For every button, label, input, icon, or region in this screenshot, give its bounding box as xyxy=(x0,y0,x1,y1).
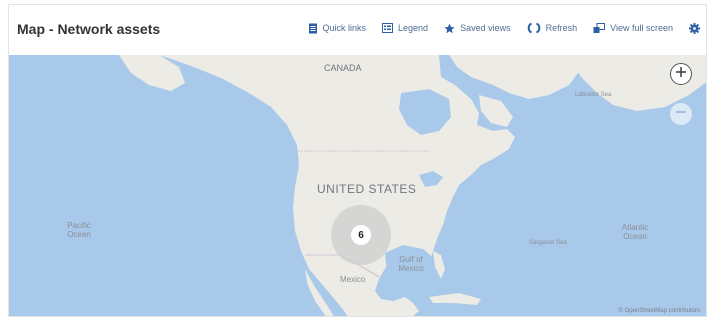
map-label-pacific: Pacific Ocean xyxy=(67,221,91,239)
card-header: Map - Network assets Quick links Legend … xyxy=(9,5,706,55)
map-label-united-states: UNITED STATES xyxy=(317,182,417,196)
map-card: Map - Network assets Quick links Legend … xyxy=(8,4,707,317)
map-label-atlantic: Atlantic Ocean xyxy=(621,223,649,241)
document-icon xyxy=(308,23,318,34)
arctic-islands-landmass xyxy=(449,55,581,99)
map-attribution: © OpenStreetMap contributors xyxy=(618,308,700,314)
view-full-screen-label: View full screen xyxy=(610,23,673,33)
plus-icon xyxy=(675,65,687,83)
legend-icon xyxy=(382,23,394,33)
view-full-screen-button[interactable]: View full screen xyxy=(593,22,673,34)
gear-icon xyxy=(689,22,700,34)
minus-icon xyxy=(675,105,687,123)
caribbean-landmass xyxy=(429,293,481,305)
quick-links-button[interactable]: Quick links xyxy=(308,23,367,34)
alaska-landmass xyxy=(119,55,185,91)
zoom-in-button[interactable] xyxy=(670,63,692,85)
map-label-labrador: Labrador Sea xyxy=(575,92,612,98)
map-toolbar: Quick links Legend Saved views Refresh V… xyxy=(308,22,700,34)
legend-label: Legend xyxy=(398,23,429,33)
cluster-count-badge: 6 xyxy=(351,225,371,245)
zoom-out-button[interactable] xyxy=(670,103,692,125)
saved-views-button[interactable]: Saved views xyxy=(444,23,511,34)
star-icon xyxy=(444,23,455,34)
refresh-icon xyxy=(527,22,541,34)
refresh-button[interactable]: Refresh xyxy=(527,22,578,34)
page-title: Map - Network assets xyxy=(17,21,161,37)
refresh-label: Refresh xyxy=(545,23,578,33)
saved-views-label: Saved views xyxy=(460,23,511,33)
map-label-mexico: Mexico xyxy=(340,275,366,284)
quick-links-label: Quick links xyxy=(322,23,367,33)
legend-button[interactable]: Legend xyxy=(382,23,428,33)
map-canvas[interactable]: CANADA UNITED STATES Mexico Gulf of Mexi… xyxy=(9,55,706,316)
asset-cluster-marker[interactable]: 6 xyxy=(331,205,391,265)
map-label-gulf: Gulf of Mexico xyxy=(398,255,424,273)
fullscreen-icon xyxy=(593,22,606,34)
settings-button[interactable] xyxy=(689,22,700,34)
baffin-landmass xyxy=(479,95,513,127)
map-label-canada: CANADA xyxy=(324,63,362,73)
map-label-sargasso: Sargasso Sea xyxy=(529,240,567,246)
